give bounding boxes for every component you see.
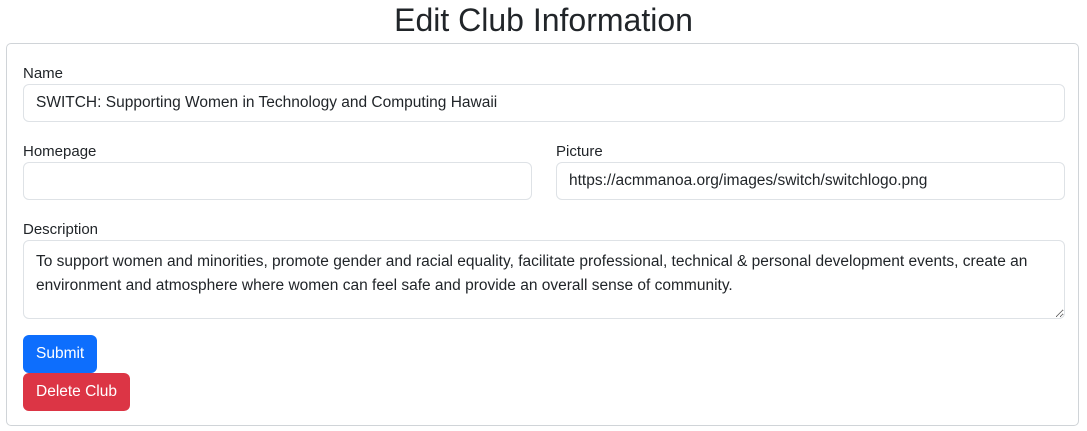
- homepage-label: Homepage: [23, 143, 97, 160]
- page-title: Edit Club Information: [394, 2, 693, 38]
- delete-club-button[interactable]: Delete Club: [23, 373, 130, 411]
- picture-field[interactable]: [556, 162, 1065, 200]
- submit-button[interactable]: Submit: [23, 335, 98, 373]
- picture-label: Picture: [556, 143, 603, 160]
- description-field[interactable]: To support women and minorities, promote…: [23, 240, 1065, 319]
- description-label: Description: [23, 221, 99, 238]
- homepage-field[interactable]: [23, 162, 532, 200]
- name-field[interactable]: [23, 84, 1065, 122]
- edit-club-form: Name Homepage Picture Description To sup…: [6, 43, 1079, 426]
- name-label: Name: [23, 65, 64, 82]
